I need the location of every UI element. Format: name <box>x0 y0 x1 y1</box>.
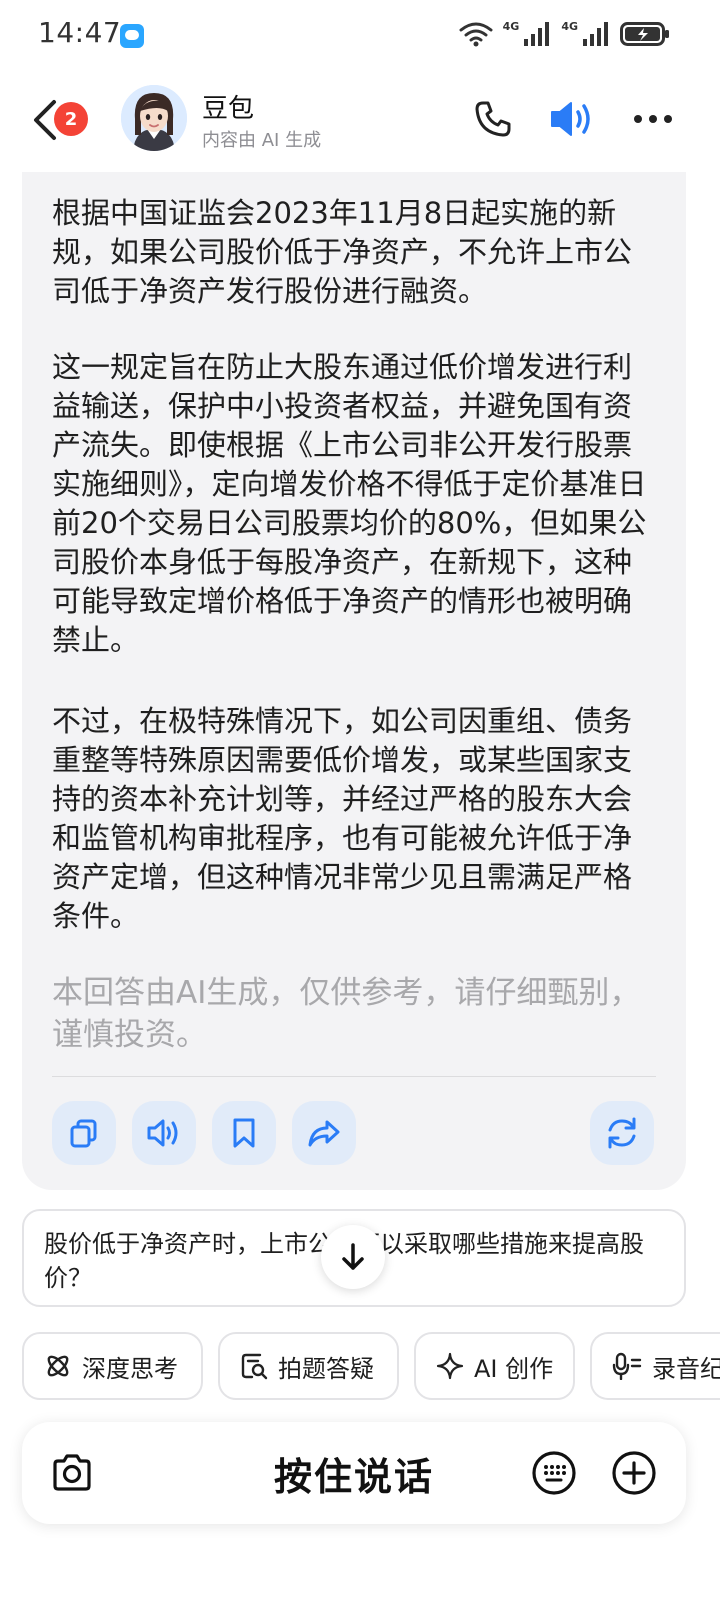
keyboard-icon <box>532 1451 576 1495</box>
status-time: 14:47 <box>38 16 122 49</box>
share-icon <box>308 1120 340 1147</box>
chat-header: 2 豆包 内容由 AI 生成 <box>0 80 720 160</box>
network-type-2: 4G <box>561 19 578 33</box>
sparkle-icon <box>436 1352 464 1380</box>
bookmark-icon <box>233 1118 255 1148</box>
phone-icon <box>475 101 511 137</box>
plus-circle-icon <box>612 1451 656 1495</box>
call-button[interactable] <box>470 96 516 142</box>
chip-deep-thinking[interactable]: 深度思考 <box>22 1332 203 1400</box>
status-bar: 14:47 4G 4G <box>0 0 720 70</box>
scroll-to-bottom-button[interactable] <box>321 1225 385 1289</box>
signal-2-icon <box>583 22 608 46</box>
chip-label: AI 创作 <box>474 1354 554 1383</box>
chip-label: 拍题答疑 <box>278 1354 374 1383</box>
contact-name: 豆包 <box>202 94 255 124</box>
avatar[interactable] <box>121 85 187 151</box>
chip-photo-answer[interactable]: 拍题答疑 <box>218 1332 399 1400</box>
copy-button[interactable] <box>52 1101 116 1165</box>
bookmark-button[interactable] <box>212 1101 276 1165</box>
input-bar: 按住说话 <box>22 1422 686 1524</box>
answer-paragraph: 根据中国证监会2023年11月8日起实施的新规，如果公司股价低于净资产，不允许上… <box>52 196 633 308</box>
more-dots-icon <box>634 115 672 123</box>
divider <box>52 1076 656 1077</box>
hold-to-talk-button[interactable]: 按住说话 <box>22 1446 686 1501</box>
answer-paragraph: 这一规定旨在防止大股东通过低价增发进行利益输送，保护中小投资者权益，并避免国有资… <box>52 350 647 657</box>
chip-label: 录音纪要 <box>652 1354 720 1383</box>
regenerate-icon <box>608 1117 636 1149</box>
doubao-avatar-icon <box>121 85 187 151</box>
status-indicators: 4G 4G <box>459 16 670 52</box>
keyboard-button[interactable] <box>530 1449 578 1497</box>
wifi-icon <box>459 22 493 47</box>
chip-label: 深度思考 <box>82 1354 178 1383</box>
unread-badge: 2 <box>54 102 88 136</box>
arrow-down-icon <box>342 1243 364 1270</box>
read-aloud-button[interactable] <box>132 1101 196 1165</box>
share-button[interactable] <box>292 1101 356 1165</box>
chip-ai-create[interactable]: AI 创作 <box>414 1332 575 1400</box>
answer-card: 根据中国证监会2023年11月8日起实施的新规，如果公司股价低于净资产，不允许上… <box>22 172 686 1190</box>
ai-disclaimer: 本回答由AI生成，仅供参考，请仔细甄别，谨慎投资。 <box>52 975 641 1053</box>
network-type-1: 4G <box>502 19 520 33</box>
atom-icon <box>47 1355 69 1377</box>
chip-recording-notes[interactable]: 录音纪要 <box>590 1332 720 1400</box>
message-notification-icon <box>120 24 144 48</box>
add-button[interactable] <box>610 1449 658 1497</box>
photo-search-icon <box>241 1353 268 1380</box>
regenerate-button[interactable] <box>590 1101 654 1165</box>
mic-notes-icon <box>612 1352 642 1380</box>
voice-playback-toggle[interactable] <box>549 96 595 142</box>
speaker-icon <box>551 102 590 136</box>
more-button[interactable] <box>630 96 676 142</box>
read-aloud-icon <box>147 1119 178 1147</box>
battery-charging-icon <box>620 22 669 46</box>
ai-generated-label: 内容由 AI 生成 <box>202 130 322 151</box>
copy-icon <box>70 1119 97 1148</box>
signal-1-icon <box>524 22 550 46</box>
answer-paragraph: 不过，在极特殊情况下，如公司因重组、债务重整等特殊原因需要低价增发，或某些国家支… <box>52 704 633 933</box>
